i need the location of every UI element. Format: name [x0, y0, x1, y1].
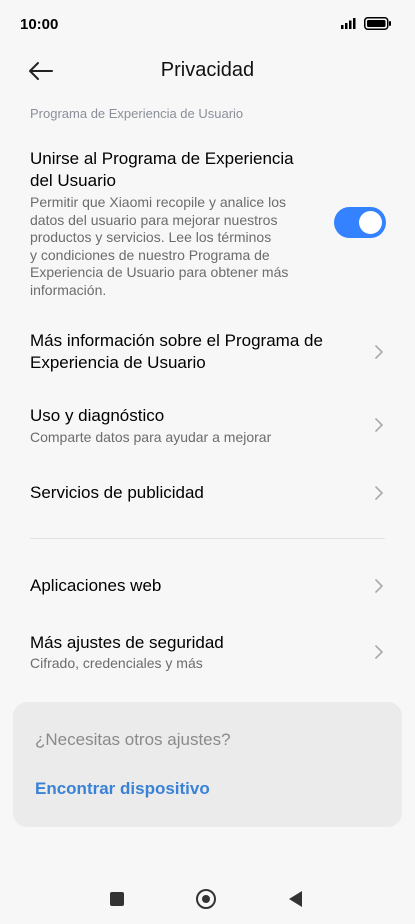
other-settings-question: ¿Necesitas otros ajustes?	[35, 730, 231, 749]
toggle-knob	[359, 211, 382, 234]
more-info-title-line2: Experiencia de Usuario	[30, 353, 206, 372]
web-apps-row[interactable]: Aplicaciones web	[0, 575, 415, 599]
join-program-title-line1: Unirse al Programa de Experiencia	[30, 149, 294, 168]
status-bar: 10:00	[0, 0, 415, 48]
page-title: Privacidad	[160, 59, 255, 81]
navigation-bar	[0, 880, 415, 924]
ad-services-row[interactable]: Servicios de publicidad	[0, 482, 415, 506]
chevron-right-icon	[375, 486, 383, 500]
section-label: Programa de Experiencia de Usuario	[30, 106, 244, 121]
web-apps-title: Aplicaciones web	[30, 576, 162, 595]
join-program-desc-line: Permitir que Xiaomi recopile y analice l…	[30, 194, 286, 210]
usage-diagnostics-title: Uso y diagnóstico	[30, 406, 165, 425]
more-info-title-line1: Más información sobre el Programa de	[30, 331, 323, 350]
chevron-right-icon	[375, 579, 383, 593]
join-program-toggle[interactable]	[334, 207, 386, 238]
header: Privacidad	[0, 48, 415, 94]
ad-services-title: Servicios de publicidad	[30, 483, 204, 502]
join-program-desc-line: información.	[30, 281, 107, 298]
chevron-right-icon	[375, 645, 383, 659]
usage-diagnostics-subtitle: Comparte datos para ayudar a mejorar	[30, 429, 272, 445]
status-time: 10:00	[20, 16, 59, 33]
join-program-desc-line: datos del usuario para mejorar nuestros	[30, 211, 278, 228]
usage-diagnostics-row[interactable]: Uso y diagnóstico Comparte datos para ay…	[0, 405, 415, 449]
chevron-right-icon	[375, 418, 383, 432]
more-info-row[interactable]: Más información sobre el Programa de Exp…	[0, 330, 415, 376]
join-program-desc-line: y condiciones de nuestro Programa de	[30, 246, 270, 263]
join-program-desc-line: Experiencia de Usuario para obtener más	[30, 264, 289, 280]
chevron-right-icon	[375, 345, 383, 359]
more-security-title: Más ajustes de seguridad	[30, 633, 224, 652]
battery-icon	[364, 17, 391, 30]
recents-square-icon[interactable]	[110, 892, 124, 906]
home-circle-icon[interactable]	[196, 889, 216, 909]
back-triangle-icon[interactable]	[289, 891, 302, 907]
home-dot	[201, 894, 210, 903]
join-program-desc-line: productos y servicios. Lee los términos	[30, 229, 272, 245]
privacy-settings-screen: 10:00 Privacidad Programa de Experiencia…	[0, 0, 415, 924]
more-security-subtitle: Cifrado, credenciales y más	[30, 655, 203, 671]
section-divider	[30, 538, 385, 539]
join-program-title-line2: del Usuario	[30, 171, 116, 190]
more-security-settings-row[interactable]: Más ajustes de seguridad Cifrado, creden…	[0, 632, 415, 676]
signal-icon	[341, 18, 356, 29]
other-settings-card: ¿Necesitas otros ajustes? Encontrar disp…	[13, 702, 402, 827]
find-device-link[interactable]: Encontrar dispositivo	[35, 779, 210, 799]
